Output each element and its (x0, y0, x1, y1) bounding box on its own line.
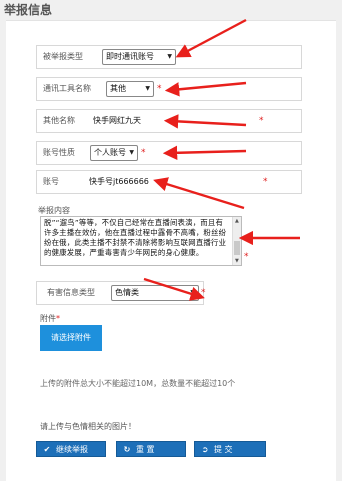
chevron-down-icon: ▼ (129, 149, 134, 156)
check-icon: ✔ (43, 445, 51, 454)
account-nature-label: 账号性质 (43, 148, 75, 157)
page-title: 举报信息 (4, 3, 53, 17)
attachment-label: 附件* (40, 314, 60, 323)
choose-attachment-button[interactable]: 请选择附件 (40, 325, 102, 351)
refresh-icon: ↻ (123, 445, 131, 454)
textarea-scrollbar[interactable]: ▲ ▼ (232, 217, 241, 265)
account-label: 账号 (43, 177, 59, 186)
scroll-up-icon[interactable]: ▲ (233, 217, 241, 225)
required-mark: * (259, 116, 264, 126)
other-name-row: 其他名称 快手网红九天 * (36, 109, 302, 133)
continue-report-button[interactable]: ✔ 继续举报 (36, 441, 106, 457)
tool-name-row: 通讯工具名称 其他 ▼ * (36, 77, 302, 101)
upload-size-note: 上传的附件总大小不能超过10M，总数量不能超过10个 (40, 379, 236, 388)
upload-hint: 请上传与色情相关的图片！ (40, 422, 136, 431)
report-type-select[interactable]: 即时通讯账号 ▼ (102, 49, 176, 65)
tool-name-select[interactable]: 其他 ▼ (106, 81, 154, 97)
scroll-thumb[interactable] (234, 241, 240, 255)
tool-name-label: 通讯工具名称 (43, 84, 91, 93)
report-content-label: 举报内容 (38, 206, 70, 215)
required-mark: * (141, 148, 146, 158)
submit-button[interactable]: ➲ 提 交 (194, 441, 266, 457)
report-content-textarea[interactable]: 脱”“遛鸟”等等，不仅自己经常在直播间表演，而且有许多主播在效仿，他在直播过程中… (40, 216, 242, 266)
scroll-down-icon[interactable]: ▼ (233, 257, 241, 265)
required-mark: * (263, 177, 268, 187)
chevron-down-icon: ▼ (167, 53, 172, 60)
other-name-input[interactable]: 快手网红九天 (93, 110, 141, 132)
other-name-label: 其他名称 (43, 116, 75, 125)
report-content-text: 脱”“遛鸟”等等，不仅自己经常在直播间表演，而且有许多主播在效仿，他在直播过程中… (44, 218, 227, 257)
harmful-type-select[interactable]: 色情类 ▼ (111, 285, 199, 301)
required-mark: * (201, 288, 206, 298)
required-mark: * (157, 84, 162, 94)
required-mark: * (179, 52, 184, 62)
chevron-down-icon: ▼ (190, 289, 195, 296)
report-type-label: 被举报类型 (43, 52, 83, 61)
chevron-down-icon: ▼ (145, 85, 150, 92)
submit-icon: ➲ (201, 445, 209, 454)
account-nature-select[interactable]: 个人账号 ▼ (90, 145, 138, 161)
harmful-type-label: 有害信息类型 (47, 288, 95, 297)
account-input[interactable]: 快手号jt666666 (89, 171, 149, 193)
account-row: 账号 快手号jt666666 * (36, 170, 302, 194)
harmful-type-row: 有害信息类型 色情类 ▼ (36, 281, 204, 305)
account-nature-row: 账号性质 个人账号 ▼ * (36, 141, 302, 165)
report-type-row: 被举报类型 即时通讯账号 ▼ * (36, 45, 302, 69)
reset-button[interactable]: ↻ 重 置 (116, 441, 186, 457)
required-mark: * (244, 252, 249, 262)
